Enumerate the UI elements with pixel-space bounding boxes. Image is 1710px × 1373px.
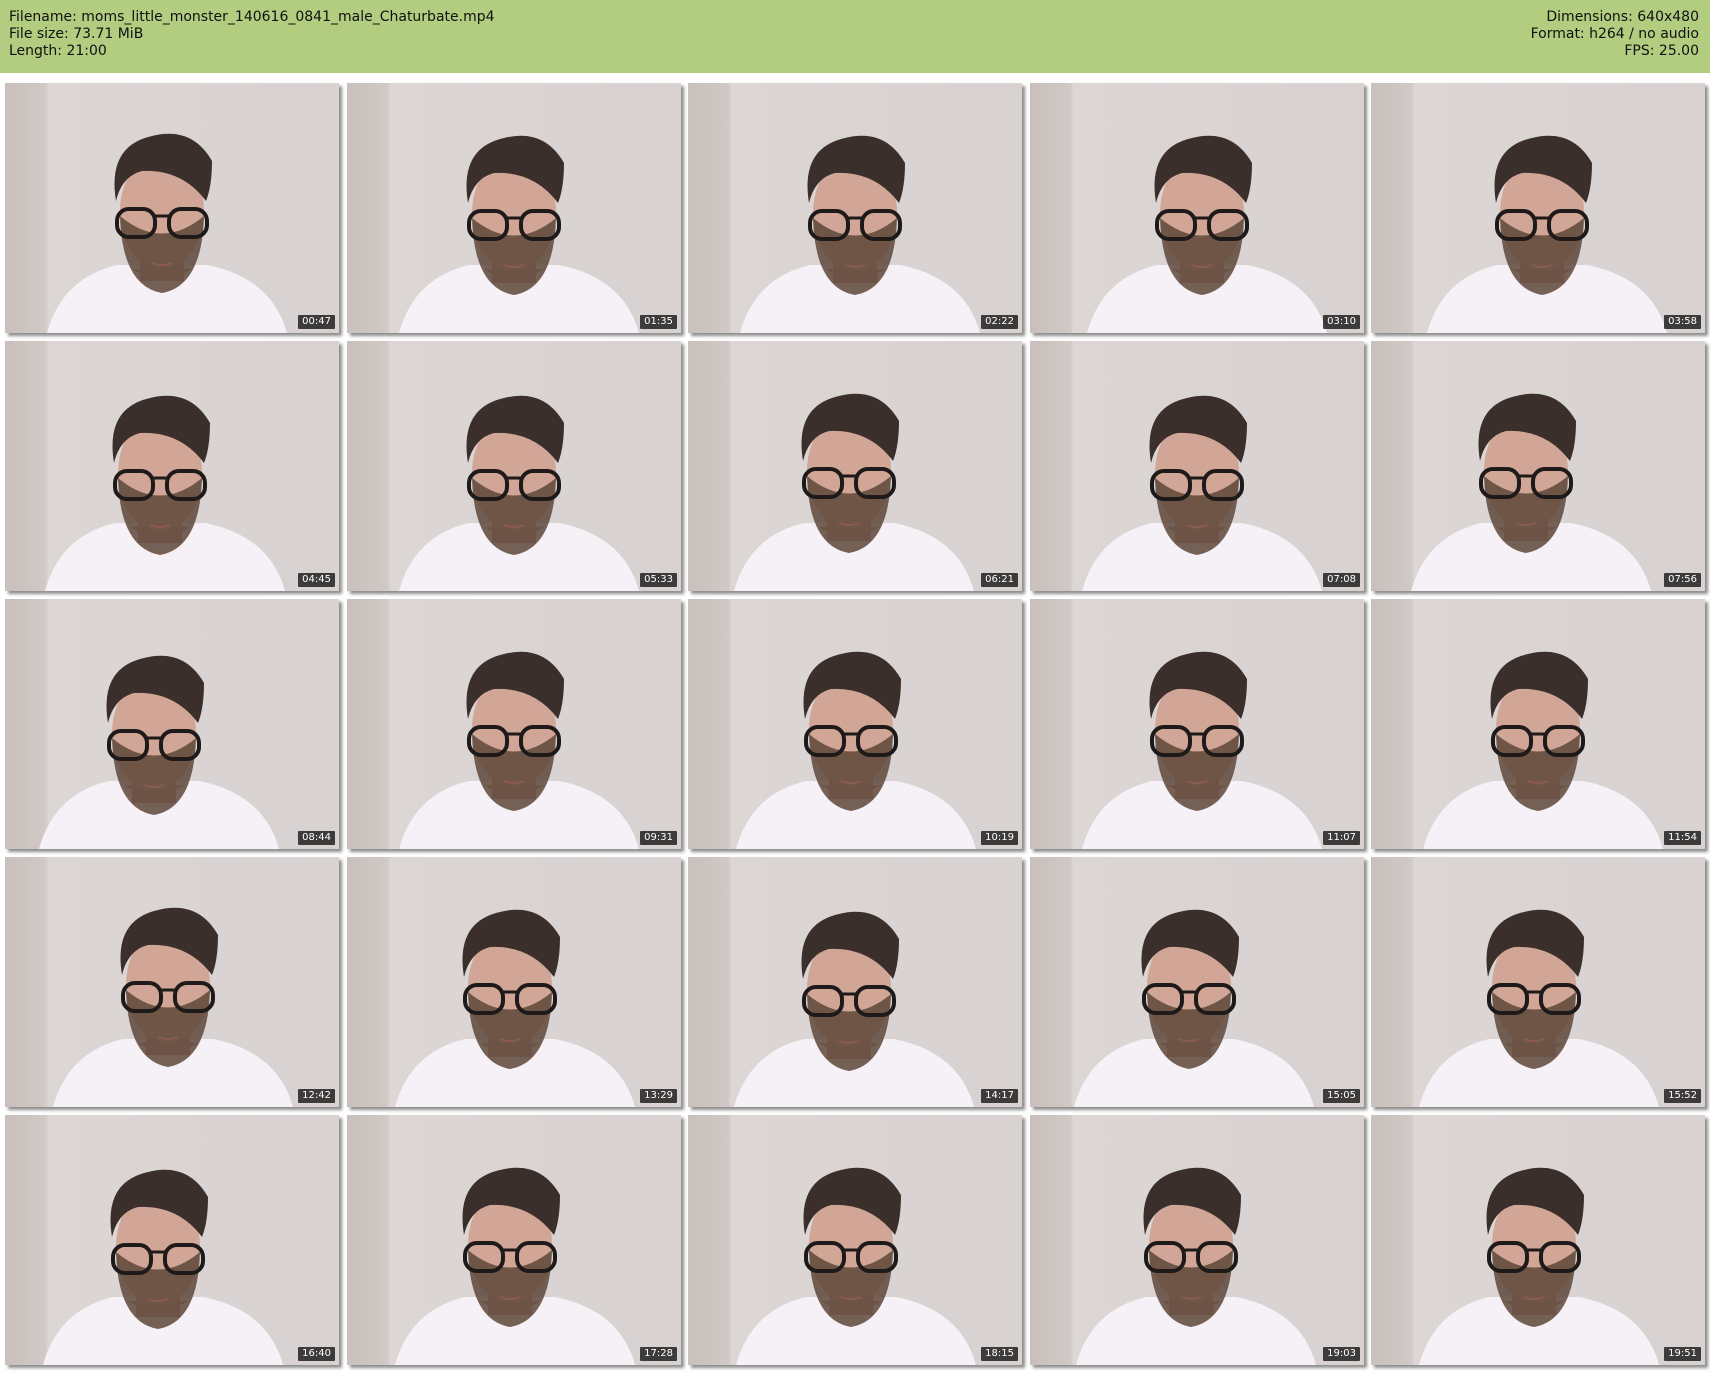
timestamp-label: 05:33: [640, 573, 677, 587]
video-frame-image: [5, 341, 339, 591]
thumbnail: 11:07: [1030, 599, 1364, 849]
video-frame-image: [1371, 341, 1705, 591]
video-frame-image: [1030, 83, 1364, 333]
timestamp-label: 08:44: [298, 831, 335, 845]
video-frame-image: [1371, 83, 1705, 333]
timestamp-label: 06:21: [981, 573, 1018, 587]
thumbnail: 08:44: [5, 599, 339, 849]
thumbnail: 19:51: [1371, 1115, 1705, 1365]
timestamp-label: 19:03: [1323, 1347, 1360, 1361]
thumbnail: 11:54: [1371, 599, 1705, 849]
timestamp-label: 07:56: [1664, 573, 1701, 587]
thumbnail: 05:33: [347, 341, 681, 591]
timestamp-label: 10:19: [981, 831, 1018, 845]
video-frame-image: [688, 599, 1022, 849]
video-frame-image: [1030, 341, 1364, 591]
timestamp-label: 07:08: [1323, 573, 1360, 587]
video-frame-image: [688, 1115, 1022, 1365]
timestamp-label: 03:10: [1323, 315, 1360, 329]
thumbnail: 12:42: [5, 857, 339, 1107]
thumbnail-grid: 00:47 01:35 02:22 03:10 03:58 04:45 05:33 06:21…: [0, 0, 1710, 1373]
thumbnail: 09:31: [347, 599, 681, 849]
timestamp-label: 11:07: [1323, 831, 1360, 845]
thumbnail: 07:08: [1030, 341, 1364, 591]
timestamp-label: 19:51: [1664, 1347, 1701, 1361]
thumbnail: 07:56: [1371, 341, 1705, 591]
video-frame-image: [1030, 1115, 1364, 1365]
video-frame-image: [5, 83, 339, 333]
thumbnail: 13:29: [347, 857, 681, 1107]
timestamp-label: 18:15: [981, 1347, 1018, 1361]
thumbnail: 15:05: [1030, 857, 1364, 1107]
timestamp-label: 17:28: [640, 1347, 677, 1361]
timestamp-label: 01:35: [640, 315, 677, 329]
timestamp-label: 02:22: [981, 315, 1018, 329]
video-frame-image: [688, 341, 1022, 591]
timestamp-label: 12:42: [298, 1089, 335, 1103]
thumbnail: 04:45: [5, 341, 339, 591]
timestamp-label: 04:45: [298, 573, 335, 587]
video-frame-image: [1371, 857, 1705, 1107]
video-frame-image: [1030, 857, 1364, 1107]
thumbnail: 03:10: [1030, 83, 1364, 333]
video-frame-image: [1371, 1115, 1705, 1365]
video-frame-image: [347, 1115, 681, 1365]
timestamp-label: 14:17: [981, 1089, 1018, 1103]
thumbnail: 00:47: [5, 83, 339, 333]
timestamp-label: 03:58: [1664, 315, 1701, 329]
thumbnail: 17:28: [347, 1115, 681, 1365]
video-frame-image: [347, 599, 681, 849]
video-frame-image: [5, 857, 339, 1107]
thumbnail: 14:17: [688, 857, 1022, 1107]
thumbnail: 06:21: [688, 341, 1022, 591]
video-frame-image: [688, 857, 1022, 1107]
video-frame-image: [1371, 599, 1705, 849]
timestamp-label: 13:29: [640, 1089, 677, 1103]
video-frame-image: [347, 857, 681, 1107]
thumbnail: 15:52: [1371, 857, 1705, 1107]
timestamp-label: 11:54: [1664, 831, 1701, 845]
thumbnail: 10:19: [688, 599, 1022, 849]
thumbnail: 02:22: [688, 83, 1022, 333]
timestamp-label: 00:47: [298, 315, 335, 329]
timestamp-label: 09:31: [640, 831, 677, 845]
timestamp-label: 15:05: [1323, 1089, 1360, 1103]
timestamp-label: 15:52: [1664, 1089, 1701, 1103]
video-frame-image: [5, 599, 339, 849]
video-frame-image: [347, 83, 681, 333]
video-frame-image: [347, 341, 681, 591]
thumbnail: 18:15: [688, 1115, 1022, 1365]
thumbnail: 03:58: [1371, 83, 1705, 333]
thumbnail: 16:40: [5, 1115, 339, 1365]
timestamp-label: 16:40: [298, 1347, 335, 1361]
video-frame-image: [5, 1115, 339, 1365]
video-frame-image: [1030, 599, 1364, 849]
thumbnail: 19:03: [1030, 1115, 1364, 1365]
video-frame-image: [688, 83, 1022, 333]
thumbnail: 01:35: [347, 83, 681, 333]
